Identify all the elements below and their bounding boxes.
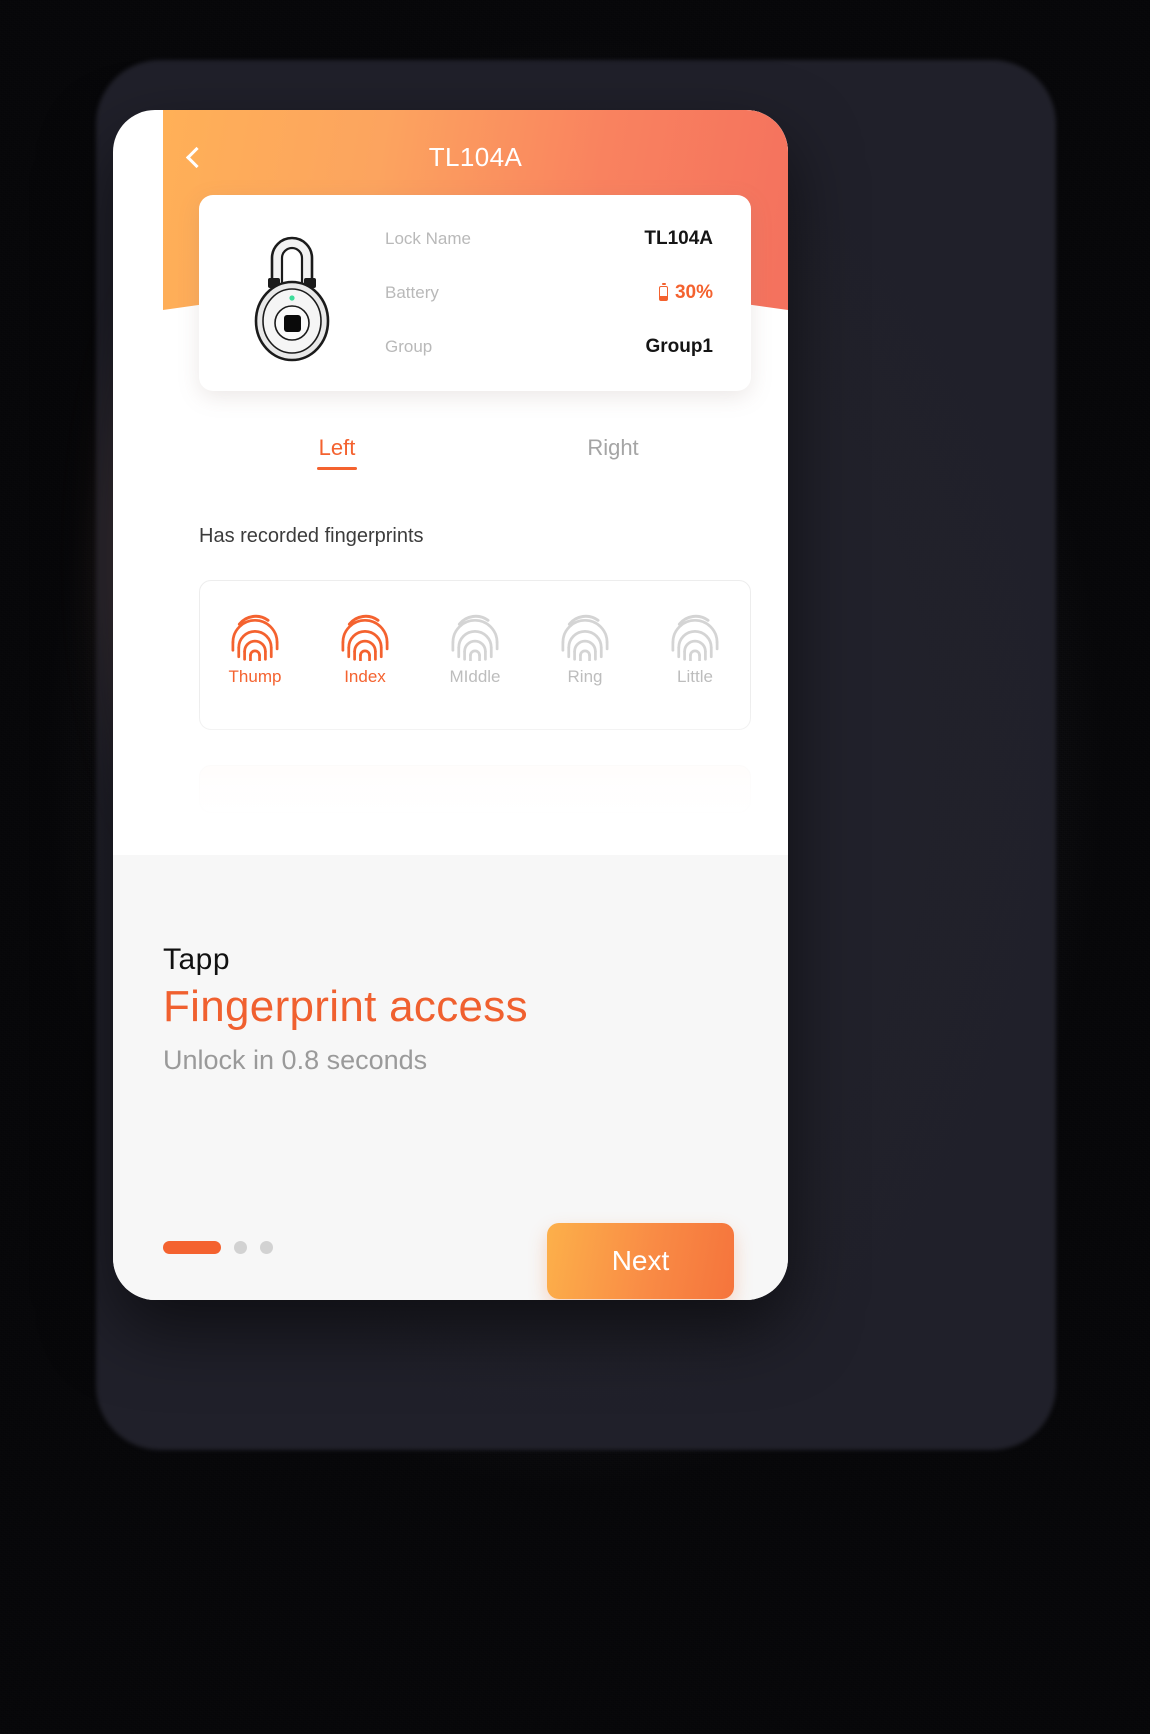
pagination-dots xyxy=(163,1241,273,1254)
onboarding-headline: Fingerprint access xyxy=(163,982,528,1031)
fingerprint-item-middle[interactable]: MIddle xyxy=(420,603,530,687)
recorded-fingerprints-title: Has recorded fingerprints xyxy=(199,525,424,547)
fingerprint-label: Little xyxy=(677,667,713,686)
lock-row-battery: Battery 30% xyxy=(385,266,713,320)
pagination-dot-2[interactable] xyxy=(234,1241,247,1254)
lock-row-lock-name: Lock Name TL104A xyxy=(385,212,713,266)
padlock-icon xyxy=(199,222,385,364)
lock-name-value: TL104A xyxy=(644,228,713,249)
onboarding-subline: Unlock in 0.8 seconds xyxy=(163,1045,428,1075)
group-value: Group1 xyxy=(645,336,713,357)
fingerprint-icon xyxy=(231,614,279,661)
navbar: TL104A xyxy=(163,128,788,186)
pagination-dot-1[interactable] xyxy=(163,1241,221,1254)
pagination-dot-3[interactable] xyxy=(260,1241,273,1254)
onboarding-sheet: Tapp Fingerprint access Unlock in 0.8 se… xyxy=(113,855,788,1300)
lock-info-card: Lock Name TL104A Battery 30% Group Group… xyxy=(199,195,751,391)
phone-mockup: TL104A Lock Name TL104A Battery 30% Grou… xyxy=(113,110,788,1300)
back-button[interactable] xyxy=(163,128,225,186)
fingerprint-label: Thump xyxy=(228,667,282,686)
next-button[interactable]: Next xyxy=(547,1223,734,1299)
battery-percent: 30% xyxy=(674,282,713,303)
fingerprint-label: Index xyxy=(344,667,386,686)
fingerprint-item-index[interactable]: Index xyxy=(310,603,420,687)
battery-icon xyxy=(658,283,668,301)
fingerprint-selector: Thump Index MIddle Ring Little xyxy=(199,580,751,730)
brand-name: Tapp xyxy=(163,943,231,976)
fingerprint-label: MIddle xyxy=(449,667,501,686)
lock-row-group: Group Group1 xyxy=(385,320,713,374)
tab-left[interactable]: Left xyxy=(199,435,475,470)
fingerprint-item-thump[interactable]: Thump xyxy=(200,603,310,687)
fingerprint-item-little[interactable]: Little xyxy=(640,603,750,687)
fingerprint-icon xyxy=(671,614,719,661)
tab-right[interactable]: Right xyxy=(475,435,751,470)
fingerprint-item-ring[interactable]: Ring xyxy=(530,603,640,687)
battery-value-group: 30% xyxy=(658,282,713,304)
fingerprint-icon xyxy=(341,614,389,661)
lock-name-label: Lock Name xyxy=(385,229,471,248)
screenshot-backdrop: TL104A Lock Name TL104A Battery 30% Grou… xyxy=(0,0,1150,1734)
battery-label: Battery xyxy=(385,283,439,302)
fingerprint-icon xyxy=(451,614,499,661)
group-label: Group xyxy=(385,337,433,356)
chevron-left-icon xyxy=(185,146,208,168)
page-title: TL104A xyxy=(428,141,523,172)
next-card-preview xyxy=(199,765,751,813)
lock-detail-rows: Lock Name TL104A Battery 30% Group Group… xyxy=(385,212,751,374)
fingerprint-label: Ring xyxy=(567,667,603,686)
app-screen: TL104A Lock Name TL104A Battery 30% Grou… xyxy=(163,110,788,855)
hand-tabs: Left Right xyxy=(199,435,751,470)
fingerprint-icon xyxy=(561,614,609,661)
